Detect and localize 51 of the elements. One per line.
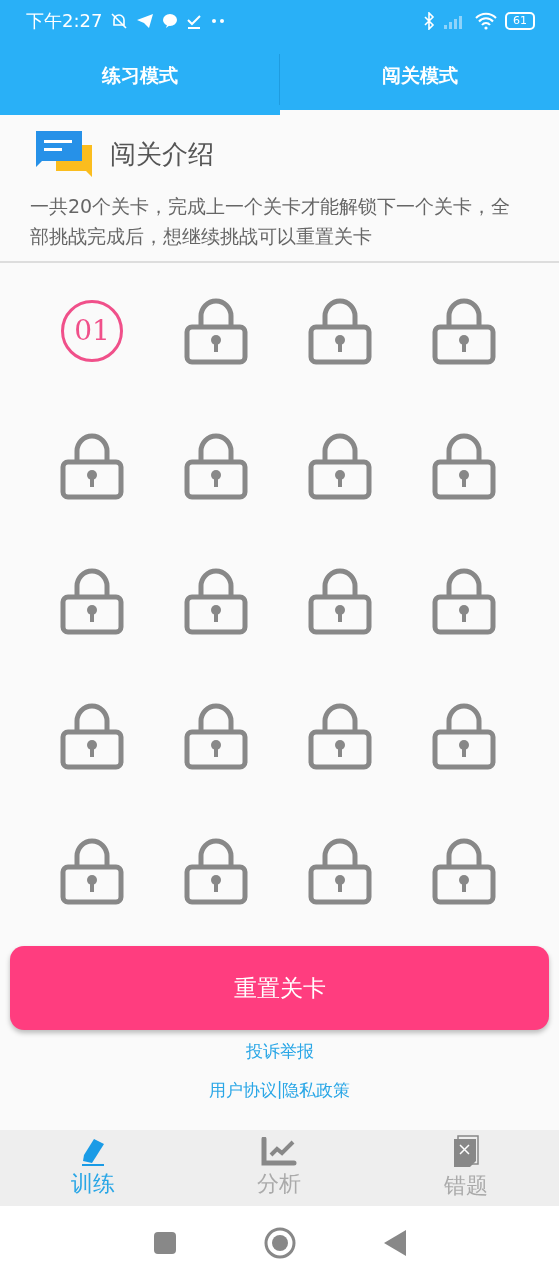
padlock-icon [60,701,124,770]
report-link[interactable]: 投诉举报 [245,1040,314,1063]
padlock-icon [184,431,248,500]
chart-icon [261,1137,298,1167]
padlock-icon [184,701,248,770]
padlock-icon [308,836,372,905]
wifi-icon [475,12,497,30]
nav-label: 错题 [443,1172,488,1200]
send-icon [136,13,155,29]
padlock-icon [432,296,496,365]
padlock-icon [60,836,124,905]
bluetooth-icon [423,12,435,30]
padlock-icon [60,566,124,635]
intro-title: 闯关介绍 [110,137,214,171]
padlock-icon [308,566,372,635]
battery-indicator: 61 [505,12,535,30]
muted-bell-icon [110,12,129,30]
square-icon[interactable] [153,1232,176,1254]
status-time: 下午2:27 [26,9,103,33]
home-circle-icon[interactable] [263,1227,296,1259]
padlock-icon [432,836,496,905]
padlock-icon [308,431,372,500]
padlock-icon [432,701,496,770]
nav-tab[interactable]: 错题 [372,1130,559,1206]
chat-bubble-icon [162,13,179,29]
policy-link[interactable]: 隐私政策 [282,1079,351,1102]
document-icon [451,1135,480,1169]
back-triangle-icon[interactable] [383,1230,406,1256]
padlock-icon [308,296,372,365]
reset-button[interactable]: 重置关卡 [10,946,549,1030]
check-icon [186,13,203,29]
nav-tab[interactable]: 训练 [0,1130,187,1206]
chat-bubbles-icon [36,131,94,177]
nav-label: 训练 [71,1170,116,1198]
padlock-icon [60,431,124,500]
padlock-icon [184,296,248,365]
level-button[interactable]: 01 [61,299,123,362]
nav-label: 分析 [257,1170,302,1198]
more-dots-icon [210,18,227,24]
link-separator: | [276,1079,283,1101]
padlock-icon [308,701,372,770]
pencil-icon [80,1137,107,1167]
mode-tab[interactable]: 闯关模式 [280,42,559,115]
padlock-icon [432,431,496,500]
padlock-icon [432,566,496,635]
policy-link[interactable]: 用户协议 [208,1079,277,1102]
intro-text: 一共20个关卡，完成上一个关卡才能解锁下一个关卡，全部挑战完成后，想继续挑战可以重置关卡 [30,194,512,249]
padlock-icon [184,836,248,905]
nav-tab[interactable]: 分析 [186,1130,373,1206]
mode-tab[interactable]: 练习模式 [0,42,279,115]
padlock-icon [184,566,248,635]
